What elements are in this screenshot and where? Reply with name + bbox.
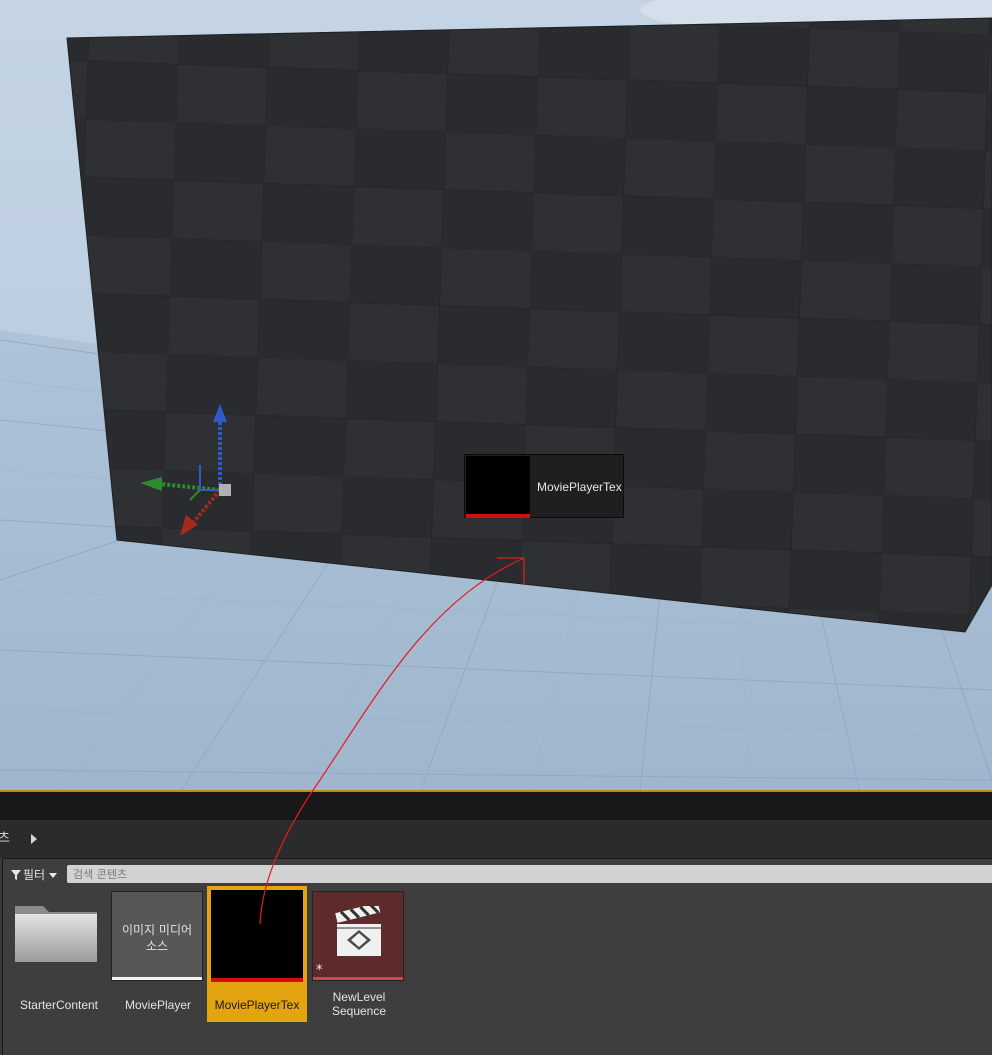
- search-input[interactable]: [67, 865, 992, 883]
- drag-asset-name: MoviePlayerTex: [537, 480, 622, 494]
- filter-label: 필터: [23, 868, 46, 882]
- asset-tile-movieplayer[interactable]: 이미지 미디어 소스 MoviePlayer: [110, 886, 206, 1022]
- asset-name-line: Sequence: [331, 1004, 387, 1018]
- asset-tile-startercontent[interactable]: StarterContent: [11, 886, 107, 1022]
- asset-name: MoviePlayerTex: [214, 998, 300, 1012]
- asset-name: MoviePlayer: [124, 998, 192, 1012]
- asset-tile-newlevelsequence[interactable]: * NewLevel Sequence: [311, 886, 407, 1022]
- unsaved-star-icon: *: [316, 963, 323, 978]
- viewport-scene: [0, 0, 992, 792]
- breadcrumb-content[interactable]: 츠: [0, 820, 10, 858]
- filter-button[interactable]: 필터: [11, 867, 58, 883]
- wall-plane: [67, 18, 992, 632]
- content-browser-tab-bar: [0, 792, 992, 820]
- level-viewport[interactable]: MoviePlayerTex: [0, 0, 992, 792]
- asset-name: StarterContent: [19, 998, 99, 1012]
- texture-type-bar: [466, 514, 530, 518]
- content-browser-panel: 필터 StarterContent 이미지 미디어 소스 MoviePlayer: [2, 858, 992, 1055]
- clapperboard-icon: [335, 906, 381, 956]
- asset-type-bar: [211, 978, 303, 982]
- folder-icon: [15, 906, 97, 962]
- asset-name-line: NewLevel: [332, 990, 386, 1004]
- path-bar: 츠: [0, 820, 992, 858]
- asset-tile-movieplayertex[interactable]: MoviePlayerTex: [207, 886, 307, 1022]
- texture-thumbnail: [211, 890, 303, 982]
- funnel-icon: [11, 870, 21, 880]
- thumbnail-type-text: 이미지 미디어: [121, 923, 193, 937]
- media-source-thumbnail: 이미지 미디어 소스: [111, 891, 203, 981]
- asset-name: NewLevel Sequence: [311, 990, 407, 1018]
- drag-preview-tooltip: MoviePlayerTex: [464, 454, 624, 518]
- caret-down-icon: [49, 872, 58, 878]
- asset-type-bar: [112, 977, 202, 980]
- thumbnail-type-text: 소스: [145, 939, 169, 953]
- breadcrumb-arrow-icon[interactable]: [31, 834, 37, 844]
- texture-thumbnail: [466, 456, 530, 518]
- asset-type-bar: [313, 977, 403, 980]
- level-sequence-thumbnail: *: [312, 891, 404, 981]
